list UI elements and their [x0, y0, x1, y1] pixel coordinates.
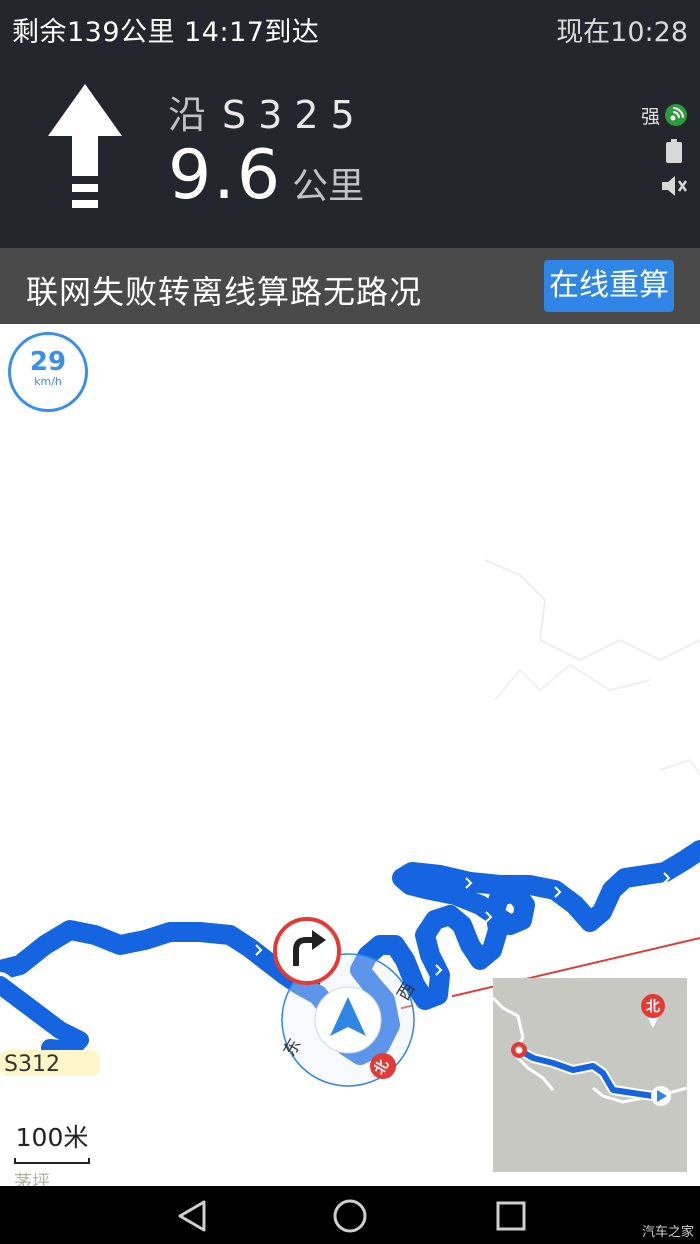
guidance-panel: 沿 S325 9.6 公里 强 [0, 58, 700, 248]
road-instruction: 沿 S325 [168, 84, 367, 139]
gps-signal: 强 [641, 102, 688, 128]
system-navigation-bar: 汽车之家 [0, 1186, 700, 1244]
speed-value: 29 [29, 347, 67, 377]
speed-indicator: 29 km/h [8, 332, 88, 412]
status-bar: 剩余139公里 14:17到达 现在10:28 [0, 0, 700, 58]
gps-signal-icon [665, 104, 687, 126]
straight-arrow-icon [48, 84, 122, 208]
road-prefix: 沿 [168, 93, 207, 137]
banner-message: 联网失败转离线算路无路况 [26, 273, 423, 311]
distance-unit: 公里 [292, 166, 365, 207]
speed-unit: km/h [34, 375, 62, 388]
distance-to-turn: 9.6 公里 [168, 136, 364, 215]
scale-bar: 100米 [14, 1118, 90, 1164]
current-time: 现在10:28 [556, 17, 688, 48]
scale-line [14, 1158, 90, 1164]
minimap-north: 北 [646, 999, 660, 1015]
watermark: 汽车之家 [641, 1225, 694, 1240]
battery-icon [666, 139, 682, 163]
home-icon[interactable] [330, 1196, 370, 1236]
online-reroute-button[interactable]: 在线重算 [544, 260, 674, 312]
road-name: S325 [222, 93, 367, 137]
overview-minimap[interactable]: 北 [493, 978, 687, 1172]
remaining-trip-info: 剩余139公里 14:17到达 [12, 17, 320, 48]
back-icon[interactable] [172, 1196, 212, 1236]
recents-icon[interactable] [491, 1196, 531, 1236]
gps-signal-label: 强 [640, 105, 660, 128]
mute-icon[interactable] [660, 173, 688, 199]
scale-label: 100米 [15, 1123, 89, 1152]
turn-right-sign-icon [273, 917, 341, 985]
distance-value: 9.6 [168, 136, 283, 215]
road-label-text: S312 [4, 1052, 60, 1077]
